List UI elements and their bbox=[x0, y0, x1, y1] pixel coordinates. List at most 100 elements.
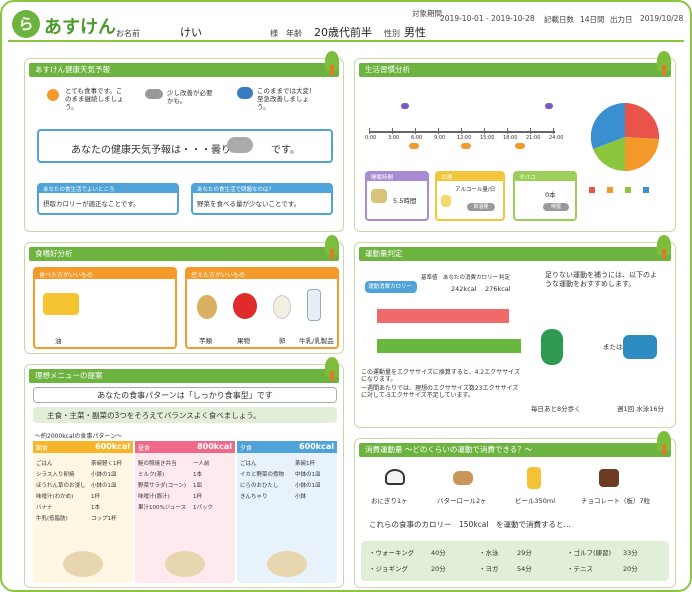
meal-item-name: きんちゃり bbox=[240, 494, 268, 500]
leaf-icon bbox=[325, 51, 339, 75]
base-bar bbox=[377, 309, 509, 323]
health-title: あすけん健康天気予報 bbox=[29, 63, 339, 77]
meal-item-amount: 1本 bbox=[91, 505, 100, 511]
rain-icon bbox=[237, 87, 253, 99]
leaf-icon bbox=[325, 235, 339, 259]
potato-icon bbox=[197, 295, 217, 319]
user-name: けい bbox=[180, 26, 202, 39]
alcohol-card: お酒 アルコール量/日 飲酒量 bbox=[435, 171, 505, 221]
burn-table: ・ウォーキング 40分 ・水泳 29分 ・ゴルフ(練習) 33分 ・ジョギング 20分 ・ヨガ 5… bbox=[361, 541, 669, 581]
weather-mid-text: 少し改善が必要かも。 bbox=[167, 89, 213, 105]
meal-item-name: 牛乳(低脂肪) bbox=[36, 516, 68, 522]
timeline-tick-mark bbox=[415, 128, 416, 134]
burn-panel: 消費運動量 〜どのくらいの運動で消費できる？〜 おにぎり1ヶ バターロール2ヶ … bbox=[354, 431, 676, 588]
meal-column: 昼食 800kcal 鮭の照焼き弁当 一人前 ミルク(茶) 1本 野菜サラダ(コーン) 1皿味… bbox=[135, 441, 235, 583]
sun-icon bbox=[47, 89, 59, 101]
marker-wake bbox=[401, 103, 409, 109]
meal-name: 朝食 bbox=[36, 445, 49, 452]
milk-icon bbox=[307, 289, 321, 321]
beer-icon bbox=[441, 195, 451, 207]
meal-photo-icon bbox=[267, 551, 307, 577]
meal-photo-icon bbox=[63, 551, 103, 577]
good-point-q: あなたの食生活でよいところ bbox=[43, 187, 115, 193]
meal-item-amount: 茶碗軽く1杯 bbox=[91, 461, 122, 467]
bad-point-box: あなたの食生活で問題なのは？ 野菜を食べる量が少ないことです。 bbox=[191, 183, 333, 215]
meal-item-amount: 1皿 bbox=[193, 483, 202, 489]
timeline-tick-mark bbox=[530, 128, 531, 134]
roll-icon bbox=[453, 471, 473, 485]
meal-item-name: シラス入り卵焼 bbox=[36, 472, 75, 478]
burn-cell: ・ヨガ bbox=[479, 565, 499, 573]
period-value: 2019-10-01 - 2019-10-28 bbox=[440, 14, 535, 23]
swimming-icon bbox=[623, 335, 657, 359]
meal-item-amount: 茶碗1杯 bbox=[295, 461, 315, 467]
leaf-icon bbox=[657, 235, 671, 259]
likes-box: 食べた方がいいもの 油 bbox=[33, 267, 177, 349]
burn-cell: ・ウォーキング bbox=[369, 549, 415, 557]
egg-icon bbox=[273, 295, 291, 319]
burn-cell: ・テニス bbox=[567, 565, 593, 573]
meal-item-name: ごはん bbox=[36, 461, 53, 467]
exercise-panel: 運動量判定 基準値 あなたの消費カロリー 判定 運動消費カロリー 242kcal… bbox=[354, 235, 676, 428]
timeline-tick: 3:00 bbox=[388, 135, 400, 141]
meal-kcal: 800kcal bbox=[197, 442, 232, 451]
sex-value: 男性 bbox=[404, 26, 426, 39]
user-kcal: 276kcal bbox=[485, 285, 511, 293]
meal-item-amount: 小鉢の1皿 bbox=[91, 472, 117, 478]
meal-item-name: ほうれん草のお浸し bbox=[36, 483, 86, 489]
meal-photo-icon bbox=[165, 551, 205, 577]
forecast-end: です。 bbox=[271, 145, 300, 156]
weather-good-text: とても食事です。このまま継続しましょう。 bbox=[65, 87, 124, 111]
marker-lunch bbox=[461, 143, 471, 149]
walking-icon bbox=[541, 329, 563, 365]
meal-name: 夕食 bbox=[240, 445, 253, 452]
timeline-tick-mark bbox=[392, 128, 393, 134]
habits-title: 生活習慣分析 bbox=[359, 63, 671, 77]
burn-cell: 54分 bbox=[517, 565, 532, 573]
meal-name: 昼食 bbox=[138, 445, 151, 452]
preference-panel: 食嗜好分析 食べた方がいいもの 油 控えた方がいいもの 芋類 果物 卵 牛乳/乳… bbox=[24, 235, 344, 354]
timeline-axis bbox=[369, 131, 555, 133]
forecast-cloud-icon bbox=[227, 137, 253, 153]
sleep-card: 睡眠時間 5.5時間 bbox=[365, 171, 429, 221]
dislikes-box: 控えた方がいいもの 芋類 果物 卵 牛乳/乳製品 bbox=[185, 267, 339, 349]
menu-main-box: 主食・主菜・副菜の3つをそろえてバランスよく食べましょう。 bbox=[33, 407, 337, 423]
meal-item-name: 果汁100%ジュース bbox=[138, 505, 187, 511]
timeline-tick: 0:00 bbox=[365, 135, 377, 141]
timeline-tick: 15:00 bbox=[480, 135, 495, 141]
sex-label: 性別 bbox=[384, 29, 400, 38]
meal-item-amount: 一人前 bbox=[193, 461, 210, 467]
leaf-icon bbox=[657, 51, 671, 75]
leaf-icon bbox=[325, 357, 339, 381]
timeline-tick-mark bbox=[484, 128, 485, 134]
burn-cell: 20分 bbox=[623, 565, 638, 573]
meal-item-amount: 小鉢 bbox=[295, 494, 307, 500]
burn-cell: ・ゴルフ(練習) bbox=[567, 549, 612, 557]
chocolate-icon bbox=[599, 469, 619, 487]
meal-item-amount: 中鉢の1皿 bbox=[295, 472, 321, 478]
timeline-tick: 12:00 bbox=[457, 135, 472, 141]
pie-legend bbox=[589, 183, 669, 203]
habits-pie-chart bbox=[591, 103, 659, 171]
days-value: 14日間 bbox=[580, 15, 605, 24]
meal-item-amount: 小鉢の1皿 bbox=[295, 483, 321, 489]
health-panel: あすけん健康天気予報 とても食事です。このまま継続しましょう。 少し改善が必要か… bbox=[24, 51, 344, 232]
habits-panel: 生活習慣分析 睡眠時間 5.5時間 お酒 アルコール量/日 飲酒量 タバコ 0本… bbox=[354, 51, 676, 232]
meal-kcal: 600kcal bbox=[299, 442, 334, 451]
out-date: 2019/10/28 bbox=[640, 14, 684, 23]
period-label: 対象期間 bbox=[412, 9, 442, 18]
meal-item-name: ごはん bbox=[240, 461, 257, 467]
pattern-box: あなたの食事パターンは「しっかり食事型」です bbox=[33, 387, 337, 403]
butter-icon bbox=[43, 293, 79, 315]
forecast-box: あなたの健康天気予報は・・・曇り です。 bbox=[37, 129, 333, 163]
meal-item-amount: 1杯 bbox=[193, 494, 202, 500]
meal-item-name: 味噌汁(豚汁) bbox=[138, 494, 170, 500]
burn-cell: 40分 bbox=[431, 549, 446, 557]
bad-point-a: 野菜を食べる量が少ないことです。 bbox=[197, 200, 301, 208]
burn-cell: 33分 bbox=[623, 549, 638, 557]
timeline-tick: 24:00 bbox=[549, 135, 564, 141]
burn-title: 消費運動量 〜どのくらいの運動で消費できる？〜 bbox=[359, 443, 671, 457]
header: ら あすけん お名前 けい 様 年齢 20歳代前半 性別 男性 対象期間 201… bbox=[8, 6, 684, 42]
out-label: 出力日 bbox=[610, 15, 633, 24]
meal-item-name: ミルク(茶) bbox=[138, 472, 165, 478]
